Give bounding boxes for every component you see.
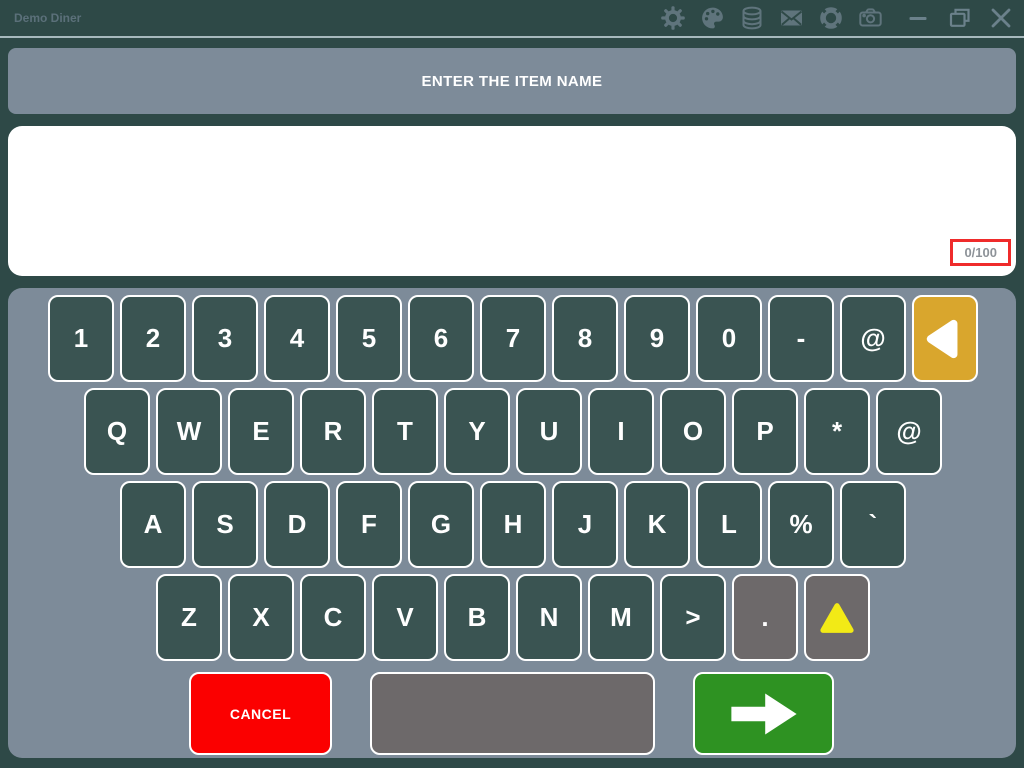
key-2[interactable]: 2 (120, 295, 186, 382)
key-9[interactable]: 9 (624, 295, 690, 382)
restore-button[interactable] (947, 5, 973, 31)
database-icon[interactable] (739, 5, 765, 31)
key-c[interactable]: C (300, 574, 366, 661)
key-u[interactable]: U (516, 388, 582, 475)
key-percent[interactable]: % (768, 481, 834, 568)
key-greater-than[interactable]: > (660, 574, 726, 661)
key-h[interactable]: H (480, 481, 546, 568)
key-o[interactable]: O (660, 388, 726, 475)
key-at-1[interactable]: @ (840, 295, 906, 382)
key-0[interactable]: 0 (696, 295, 762, 382)
item-name-input[interactable]: 0/100 (8, 126, 1016, 276)
key-b[interactable]: B (444, 574, 510, 661)
key-period[interactable]: . (732, 574, 798, 661)
titlebar-icons (660, 5, 884, 31)
key-7[interactable]: 7 (480, 295, 546, 382)
key-at-2[interactable]: @ (876, 388, 942, 475)
enter-key[interactable] (693, 672, 834, 755)
window-controls (906, 5, 1014, 31)
key-q[interactable]: Q (84, 388, 150, 475)
cancel-button[interactable]: CANCEL (189, 672, 332, 755)
key-d[interactable]: D (264, 481, 330, 568)
key-w[interactable]: W (156, 388, 222, 475)
key-r[interactable]: R (300, 388, 366, 475)
key-z[interactable]: Z (156, 574, 222, 661)
camera-icon[interactable] (857, 5, 884, 31)
backspace-arrow-icon (922, 316, 968, 362)
char-counter: 0/100 (950, 239, 1011, 266)
key-4[interactable]: 4 (264, 295, 330, 382)
key-k[interactable]: K (624, 481, 690, 568)
mail-icon[interactable] (778, 5, 805, 31)
key-1[interactable]: 1 (48, 295, 114, 382)
key-i[interactable]: I (588, 388, 654, 475)
shift-triangle-icon (816, 597, 858, 639)
key-minus[interactable]: - (768, 295, 834, 382)
prompt-panel: ENTER THE ITEM NAME (8, 48, 1016, 114)
prompt-title: ENTER THE ITEM NAME (422, 73, 603, 90)
key-3[interactable]: 3 (192, 295, 258, 382)
palette-icon[interactable] (699, 5, 726, 31)
close-button[interactable] (988, 5, 1014, 31)
enter-arrow-icon (719, 685, 809, 743)
key-l[interactable]: L (696, 481, 762, 568)
minimize-button[interactable] (906, 5, 932, 31)
app-title: Demo Diner (14, 11, 81, 25)
backspace-key[interactable] (912, 295, 978, 382)
key-m[interactable]: M (588, 574, 654, 661)
keyboard-panel: 1234567890-@ QWERTYUIOP*@ ASDFGHJKL%` ZXCVB… (8, 288, 1016, 758)
key-s[interactable]: S (192, 481, 258, 568)
help-ring-icon[interactable] (818, 5, 844, 31)
key-g[interactable]: G (408, 481, 474, 568)
key-asterisk[interactable]: * (804, 388, 870, 475)
key-5[interactable]: 5 (336, 295, 402, 382)
key-f[interactable]: F (336, 481, 402, 568)
key-t[interactable]: T (372, 388, 438, 475)
key-n[interactable]: N (516, 574, 582, 661)
key-backtick[interactable]: ` (840, 481, 906, 568)
key-8[interactable]: 8 (552, 295, 618, 382)
item-name-value[interactable] (24, 138, 1000, 162)
shift-key[interactable] (804, 574, 870, 661)
key-x[interactable]: X (228, 574, 294, 661)
space-key[interactable] (370, 672, 655, 755)
key-e[interactable]: E (228, 388, 294, 475)
key-v[interactable]: V (372, 574, 438, 661)
key-a[interactable]: A (120, 481, 186, 568)
key-y[interactable]: Y (444, 388, 510, 475)
settings-icon[interactable] (660, 5, 686, 31)
key-6[interactable]: 6 (408, 295, 474, 382)
titlebar: Demo Diner (0, 0, 1024, 38)
key-j[interactable]: J (552, 481, 618, 568)
key-p[interactable]: P (732, 388, 798, 475)
